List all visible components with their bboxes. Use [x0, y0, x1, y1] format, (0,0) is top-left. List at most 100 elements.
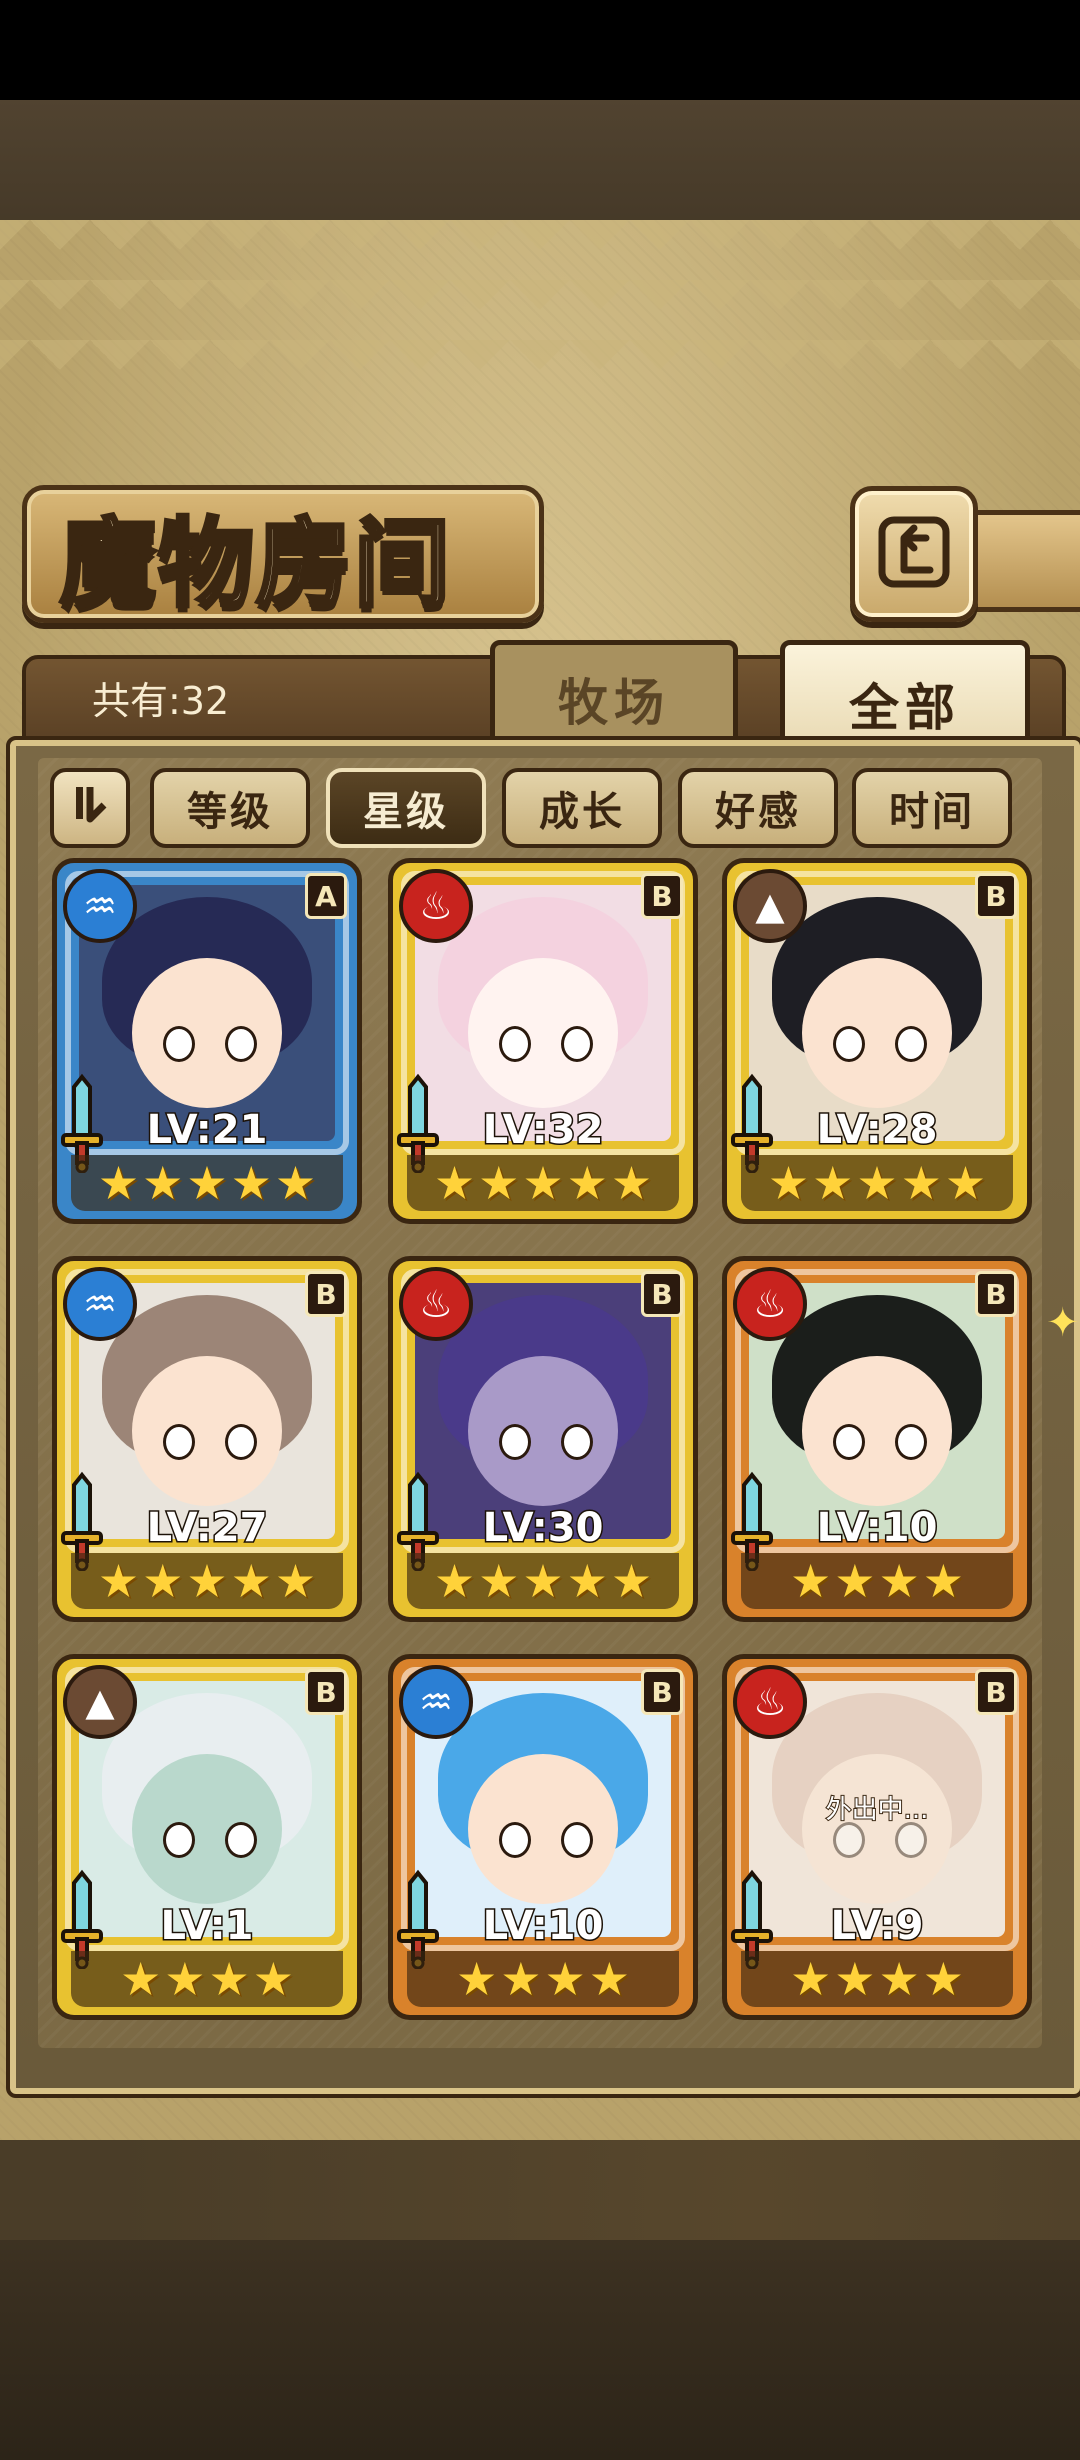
- star-icon: ★: [120, 1952, 162, 2006]
- fire-element-icon: ♨: [733, 1267, 807, 1341]
- portrait-eye: [225, 1423, 257, 1460]
- star-icon: ★: [566, 1554, 608, 1608]
- level-label: LV:27: [145, 1504, 269, 1553]
- monster-card[interactable]: ♒ B LV:10 ★ ★ ★ ★: [388, 1654, 698, 2020]
- star-icon: ★: [812, 1156, 854, 1210]
- star-rating: ★ ★ ★ ★: [71, 1951, 343, 2007]
- portrait-face: [468, 958, 618, 1109]
- level-label: LV:21: [145, 1106, 269, 1155]
- portrait-eye: [499, 1025, 531, 1062]
- portrait-eye: [833, 1423, 865, 1460]
- sort-toggle-icon: [68, 781, 112, 835]
- star-icon: ★: [878, 1554, 920, 1608]
- star-icon: ★: [97, 1554, 140, 1608]
- star-icon: ★: [922, 1554, 964, 1608]
- star-icon: ★: [208, 1952, 250, 2006]
- star-icon: ★: [544, 1952, 586, 2006]
- star-icon: ★: [834, 1952, 876, 2006]
- sort-level-button[interactable]: 等级: [150, 768, 310, 848]
- fire-element-icon: ♨: [733, 1665, 807, 1739]
- rank-badge: B: [975, 873, 1017, 919]
- portrait-eye: [895, 1025, 927, 1062]
- star-icon: ★: [230, 1554, 272, 1608]
- fire-element-icon: ♨: [399, 1267, 473, 1341]
- star-rating: ★ ★ ★ ★ ★: [71, 1553, 343, 1609]
- page-title: 魔物房间: [58, 505, 452, 622]
- star-icon: ★: [433, 1156, 476, 1210]
- earth-element-icon: ▲: [63, 1665, 137, 1739]
- portrait-face: [802, 1356, 952, 1507]
- star-rating: ★ ★ ★ ★: [407, 1951, 679, 2007]
- level-label: LV:1: [159, 1902, 255, 1951]
- monster-card[interactable]: ♨ B LV:10 ★ ★ ★ ★: [722, 1256, 1032, 1622]
- rank-badge: B: [975, 1271, 1017, 1317]
- monster-card[interactable]: ♨ B LV:32 ★ ★ ★ ★ ★: [388, 858, 698, 1224]
- portrait-eye: [163, 1423, 195, 1460]
- portrait-face: [132, 1356, 282, 1507]
- portrait-face: [468, 1356, 618, 1507]
- water-element-icon: ♒: [63, 869, 137, 943]
- star-icon: ★: [478, 1554, 520, 1608]
- star-icon: ★: [456, 1952, 498, 2006]
- star-icon: ★: [164, 1952, 206, 2006]
- monster-card[interactable]: ▲ B LV:1 ★ ★ ★ ★: [52, 1654, 362, 2020]
- star-rating: ★ ★ ★ ★ ★: [407, 1553, 679, 1609]
- star-icon: ★: [900, 1156, 942, 1210]
- portrait-eye: [499, 1821, 531, 1858]
- star-icon: ★: [922, 1952, 964, 2006]
- sort-growth-label: 成长: [539, 789, 625, 835]
- star-icon: ★: [610, 1156, 653, 1210]
- star-icon: ★: [97, 1156, 140, 1210]
- tab-all-label: 全部: [849, 679, 961, 737]
- star-icon: ★: [944, 1156, 987, 1210]
- sort-affection-button[interactable]: 好感: [678, 768, 838, 848]
- monster-card[interactable]: 外出中... ♨ B LV:9 ★ ★ ★ ★: [722, 1654, 1032, 2020]
- sort-star-button[interactable]: 星级: [326, 768, 486, 848]
- sort-affection-label: 好感: [715, 789, 801, 835]
- star-icon: ★: [142, 1554, 184, 1608]
- sparkle-icon: ✦: [1046, 1300, 1080, 1346]
- level-label: LV:10: [815, 1504, 939, 1553]
- sort-order-toggle[interactable]: [50, 768, 130, 848]
- monster-card[interactable]: ♨ B LV:30 ★ ★ ★ ★ ★: [388, 1256, 698, 1622]
- star-icon: ★: [878, 1952, 920, 2006]
- level-label: LV:10: [481, 1902, 605, 1951]
- monster-card[interactable]: ▲ B LV:28 ★ ★ ★ ★ ★: [722, 858, 1032, 1224]
- star-icon: ★: [566, 1156, 608, 1210]
- star-rating: ★ ★ ★ ★ ★: [741, 1155, 1013, 1211]
- sort-star-label: 星级: [363, 789, 449, 835]
- rank-badge: A: [305, 873, 347, 919]
- rank-badge: B: [305, 1669, 347, 1715]
- star-rating: ★ ★ ★ ★ ★: [407, 1155, 679, 1211]
- portrait-eye: [833, 1025, 865, 1062]
- star-icon: ★: [186, 1554, 228, 1608]
- sort-time-button[interactable]: 时间: [852, 768, 1012, 848]
- portrait-face: [468, 1754, 618, 1905]
- back-button[interactable]: [850, 486, 978, 622]
- star-icon: ★: [767, 1156, 810, 1210]
- star-icon: ★: [834, 1554, 876, 1608]
- portrait-eye: [499, 1423, 531, 1460]
- monster-card[interactable]: ♒ B LV:27 ★ ★ ★ ★ ★: [52, 1256, 362, 1622]
- rank-badge: B: [641, 1271, 683, 1317]
- star-icon: ★: [790, 1952, 832, 2006]
- star-icon: ★: [522, 1554, 564, 1608]
- portrait-face: [802, 958, 952, 1109]
- tab-farm-label: 牧场: [558, 674, 670, 732]
- monster-card[interactable]: ♒ A LV:21 ★ ★ ★ ★ ★: [52, 858, 362, 1224]
- rank-badge: B: [641, 873, 683, 919]
- portrait-face: [132, 1754, 282, 1905]
- star-icon: ★: [610, 1554, 653, 1608]
- star-icon: ★: [274, 1156, 317, 1210]
- star-icon: ★: [500, 1952, 542, 2006]
- rank-badge: B: [975, 1669, 1017, 1715]
- portrait-eye: [561, 1821, 593, 1858]
- sort-growth-button[interactable]: 成长: [502, 768, 662, 848]
- star-icon: ★: [588, 1952, 630, 2006]
- level-label: LV:30: [481, 1504, 605, 1553]
- back-button-tail: [960, 510, 1080, 612]
- earth-element-icon: ▲: [733, 869, 807, 943]
- portrait-eye: [163, 1025, 195, 1062]
- star-rating: ★ ★ ★ ★: [741, 1553, 1013, 1609]
- star-rating: ★ ★ ★ ★: [741, 1951, 1013, 2007]
